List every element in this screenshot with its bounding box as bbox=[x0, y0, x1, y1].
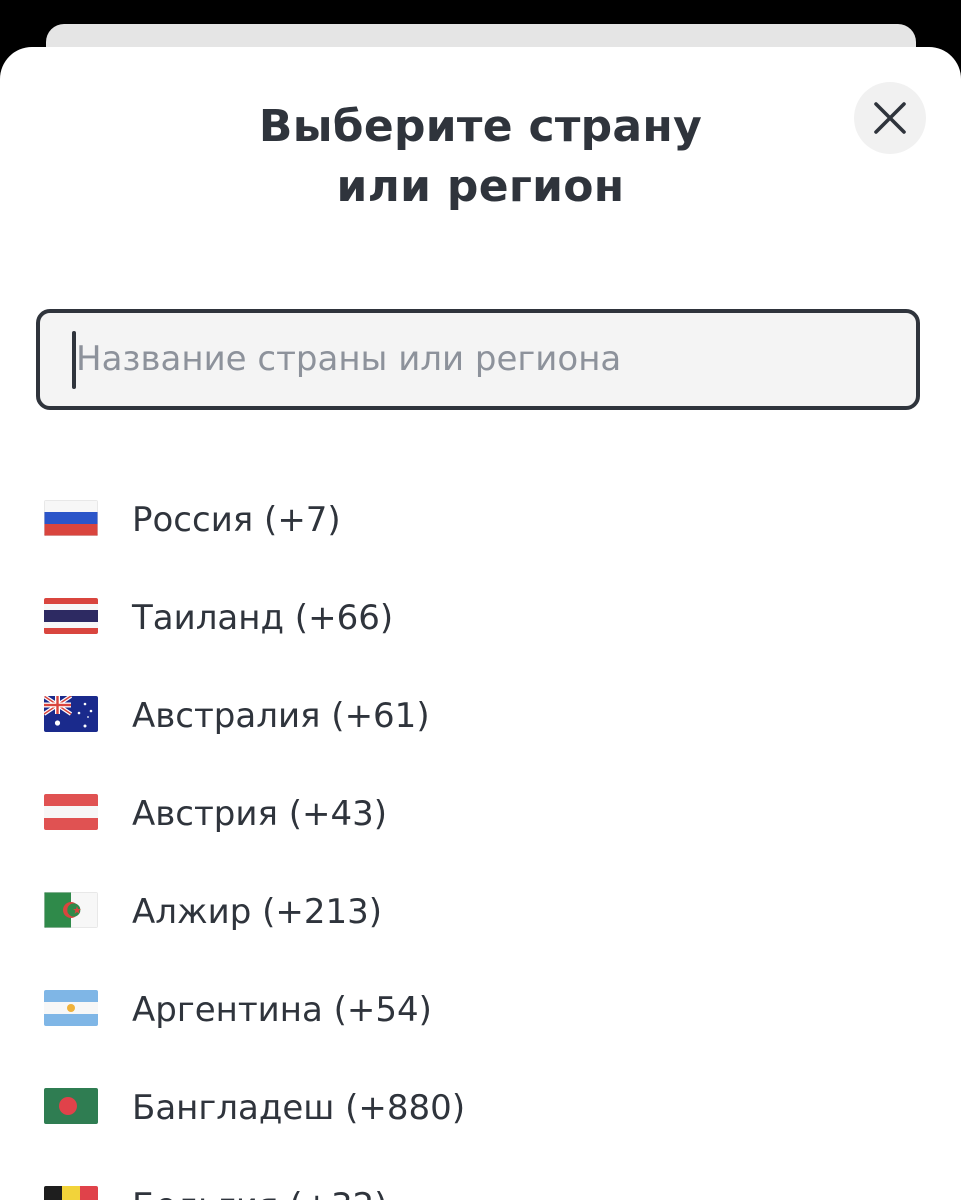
search-input[interactable]: Название страны или региона bbox=[36, 309, 920, 410]
close-button[interactable] bbox=[854, 82, 926, 154]
country-label: Аргентина (+54) bbox=[132, 990, 432, 1030]
country-item-algeria[interactable]: Алжир (+213) bbox=[0, 863, 961, 961]
country-picker-sheet: Выберите страну или регион Название стра… bbox=[0, 47, 961, 1200]
bangladesh-flag-icon bbox=[44, 1088, 98, 1124]
country-item-russia[interactable]: Россия (+7) bbox=[0, 471, 961, 569]
close-icon bbox=[874, 102, 906, 134]
country-label: Бельгия (+32) bbox=[132, 1157, 388, 1200]
country-label: Бангладеш (+880) bbox=[132, 1088, 466, 1128]
country-item-australia[interactable]: Австралия (+61) bbox=[0, 667, 961, 765]
belgium-flag-icon bbox=[44, 1186, 98, 1200]
country-label: Австралия (+61) bbox=[132, 696, 430, 736]
country-label: Таиланд (+66) bbox=[132, 598, 394, 638]
country-label: Австрия (+43) bbox=[132, 794, 388, 834]
thailand-flag-icon bbox=[44, 598, 98, 634]
algeria-flag-icon bbox=[44, 892, 98, 928]
australia-flag-icon bbox=[44, 696, 98, 732]
country-item-bangladesh[interactable]: Бангладеш (+880) bbox=[0, 1059, 961, 1157]
title-line-1: Выберите страну bbox=[258, 101, 703, 152]
country-item-belgium[interactable]: Бельгия (+32) bbox=[0, 1157, 961, 1200]
search-placeholder: Название страны или региона bbox=[76, 339, 622, 379]
country-item-thailand[interactable]: Таиланд (+66) bbox=[0, 569, 961, 667]
country-item-austria[interactable]: Австрия (+43) bbox=[0, 765, 961, 863]
country-item-argentina[interactable]: Аргентина (+54) bbox=[0, 961, 961, 1059]
country-list: Россия (+7) Таиланд (+66) Австралия (+61… bbox=[0, 471, 961, 1200]
argentina-flag-icon bbox=[44, 990, 98, 1026]
title-line-2: или регион bbox=[336, 161, 625, 212]
russia-flag-icon bbox=[44, 500, 98, 536]
country-label: Россия (+7) bbox=[132, 500, 341, 540]
austria-flag-icon bbox=[44, 794, 98, 830]
country-label: Алжир (+213) bbox=[132, 892, 383, 932]
page-title: Выберите страну или регион bbox=[0, 97, 961, 217]
